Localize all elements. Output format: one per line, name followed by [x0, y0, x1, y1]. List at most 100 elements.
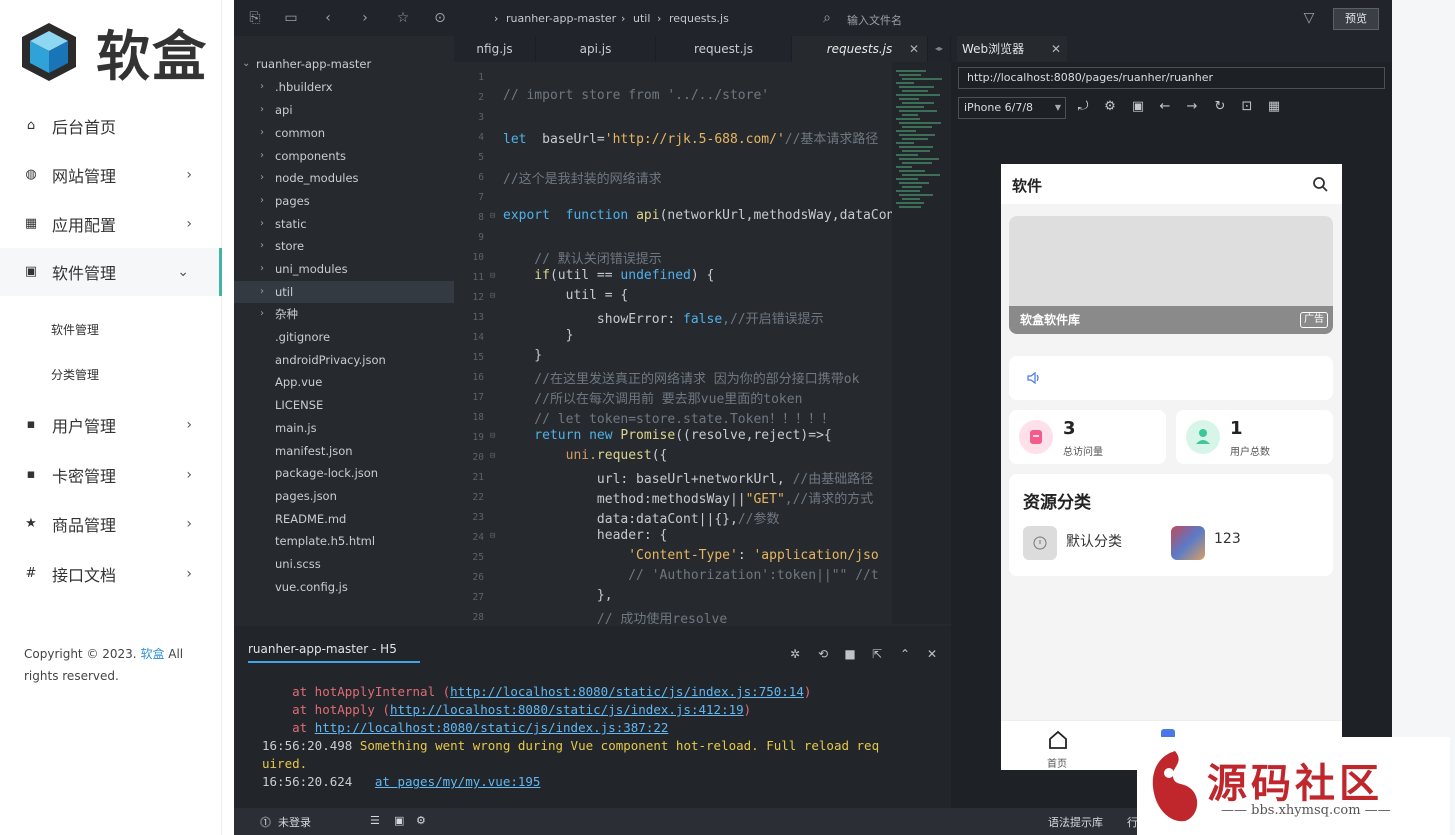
open-external-icon[interactable]: ⇱	[869, 646, 885, 662]
code-line: header: {	[503, 528, 668, 543]
stop-icon[interactable]: ■	[842, 646, 858, 662]
sub-item-software[interactable]: 软件管理	[51, 321, 99, 338]
tree-root[interactable]: ⌄ ruanher-app-master	[234, 53, 454, 75]
console-tab[interactable]: ruanher-app-master - H5	[248, 642, 420, 663]
nav-app-config[interactable]: ▦ 应用配置 ›	[0, 200, 222, 248]
notice-bar[interactable]	[1009, 356, 1333, 400]
tree-folder[interactable]: › .hbuilderx	[234, 76, 454, 98]
category-title: 资源分类	[1023, 493, 1091, 513]
tab-api[interactable]: api.js	[536, 36, 656, 62]
user-circle-icon[interactable]: ⓵	[260, 814, 271, 830]
tree-folder-selected[interactable]: › util	[234, 281, 454, 303]
fold-toggle-icon[interactable]: ⊟	[490, 431, 495, 441]
tree-folder[interactable]: › 杂种	[234, 303, 454, 325]
fold-toggle-icon[interactable]: ⊟	[490, 271, 495, 281]
code-editor[interactable]: 1 2 3 4 5 6 7 8 ⊟ 9 10 11 ⊟ 12 ⊟ 13 14 15 16 17 18 19 ⊟ 20 ⊟ 21 22…	[454, 62, 892, 624]
tab-scroll-arrows-icon[interactable]: ◂▸	[928, 36, 951, 62]
forward-icon[interactable]: ›	[356, 9, 374, 27]
file-search-input[interactable]: 输入文件名	[847, 12, 902, 28]
tree-file[interactable]: package-lock.json	[234, 462, 454, 484]
tree-file[interactable]: .gitignore	[234, 326, 454, 348]
copyright-brand-link[interactable]: 软盒	[140, 647, 164, 661]
tree-folder[interactable]: › store	[234, 235, 454, 257]
qrcode-icon[interactable]: ▦	[1266, 99, 1282, 115]
nav-cards[interactable]: ▪ 卡密管理 ›	[0, 451, 222, 499]
nav-website[interactable]: ◍ 网站管理 ›	[0, 151, 222, 199]
home-icon[interactable]	[1047, 729, 1069, 751]
back-icon[interactable]: ‹	[319, 9, 337, 27]
settings-icon[interactable]: ⚙	[1102, 99, 1118, 115]
browser-tab[interactable]: Web浏览器 ✕	[957, 36, 1067, 62]
category-name[interactable]: 123	[1214, 531, 1241, 547]
lock-icon[interactable]: ⊡	[1239, 99, 1255, 115]
tree-file[interactable]: template.h5.html	[234, 530, 454, 552]
fold-toggle-icon[interactable]: ⊟	[490, 531, 495, 541]
tree-file[interactable]: LICENSE	[234, 394, 454, 416]
preview-button[interactable]: 预览	[1333, 8, 1379, 30]
tree-file[interactable]: uni.scss	[234, 553, 454, 575]
run-icon[interactable]: ⊙	[431, 9, 449, 27]
save-icon[interactable]: ▭	[282, 9, 300, 27]
tree-folder[interactable]: › uni_modules	[234, 258, 454, 280]
tree-file[interactable]: androidPrivacy.json	[234, 349, 454, 371]
filter-icon[interactable]: ▽	[1300, 9, 1318, 27]
device-select[interactable]: iPhone 6/7/8 ▼	[958, 97, 1066, 119]
url-input[interactable]: http://localhost:8080/pages/ruanher/ruan…	[958, 67, 1385, 89]
tab-home-label[interactable]: 首页	[1047, 755, 1067, 770]
tree-file[interactable]: manifest.json	[234, 440, 454, 462]
default-category-icon[interactable]	[1023, 526, 1057, 560]
nav-api-docs[interactable]: # 接口文档 ›	[0, 550, 222, 598]
tab-config[interactable]: nfig.js	[454, 36, 536, 62]
tab-request[interactable]: request.js	[656, 36, 792, 62]
arrow-left-icon[interactable]: ←	[1157, 99, 1173, 115]
console-icon[interactable]: ▣	[1130, 99, 1146, 115]
new-file-icon[interactable]: ⎘	[246, 9, 264, 27]
restart-icon[interactable]: ⟲	[815, 646, 831, 662]
tree-folder[interactable]: › api	[234, 99, 454, 121]
minimap-line	[896, 70, 926, 72]
close-icon[interactable]: ✕	[909, 36, 919, 62]
chevron-up-icon[interactable]: ⌃	[897, 646, 913, 662]
code-minimap[interactable]	[892, 62, 952, 624]
chevron-right-icon: ›	[186, 216, 192, 232]
syntax-hint[interactable]: 语法提示库	[1048, 814, 1103, 830]
terminal-icon[interactable]: ▣	[394, 814, 404, 827]
plugin-icon[interactable]: ⚙	[416, 814, 426, 827]
tree-folder[interactable]: › node_modules	[234, 167, 454, 189]
breadcrumb-file[interactable]: requests.js	[669, 12, 729, 25]
close-icon[interactable]: ✕	[1051, 36, 1061, 62]
tree-folder[interactable]: › static	[234, 213, 454, 235]
outline-icon[interactable]: ☰	[370, 814, 380, 827]
tree-folder[interactable]: › pages	[234, 190, 454, 212]
tree-folder[interactable]: › common	[234, 122, 454, 144]
tree-file[interactable]: pages.json	[234, 485, 454, 507]
tree-folder[interactable]: › components	[234, 145, 454, 167]
tree-file[interactable]: README.md	[234, 508, 454, 530]
fold-toggle-icon[interactable]: ⊟	[490, 291, 495, 301]
tab-requests-active[interactable]: requests.js ✕	[792, 36, 928, 62]
category-thumbnail-image[interactable]	[1171, 526, 1205, 560]
category-name[interactable]: 默认分类	[1066, 531, 1122, 551]
arrow-right-icon[interactable]: →	[1184, 99, 1200, 115]
rotate-icon[interactable]: ⤾	[1075, 99, 1091, 115]
search-icon[interactable]	[1312, 176, 1328, 192]
tree-file[interactable]: App.vue	[234, 371, 454, 393]
nav-home[interactable]: ⌂ 后台首页	[0, 102, 222, 150]
tree-file[interactable]: vue.config.js	[234, 576, 454, 598]
star-icon[interactable]: ☆	[394, 9, 412, 27]
refresh-icon[interactable]: ↻	[1212, 99, 1228, 115]
banner[interactable]: 软盒软件库 广告	[1009, 216, 1333, 334]
sub-item-category[interactable]: 分类管理	[51, 366, 99, 383]
breadcrumb-project[interactable]: ruanher-app-master	[506, 12, 616, 25]
nav-software[interactable]: ▣ 软件管理 ⌄	[0, 248, 222, 296]
breadcrumb-folder[interactable]: util	[633, 12, 650, 25]
login-status[interactable]: 未登录	[278, 814, 311, 830]
fold-toggle-icon[interactable]: ⊟	[490, 211, 495, 221]
tree-file[interactable]: main.js	[234, 417, 454, 439]
clear-icon[interactable]: ✕	[924, 646, 940, 662]
bug-icon[interactable]: ✲	[787, 646, 803, 662]
globe-icon: ◍	[25, 167, 37, 182]
fold-toggle-icon[interactable]: ⊟	[490, 451, 495, 461]
nav-goods[interactable]: ★ 商品管理 ›	[0, 500, 222, 548]
nav-users[interactable]: ▪ 用户管理 ›	[0, 401, 222, 449]
